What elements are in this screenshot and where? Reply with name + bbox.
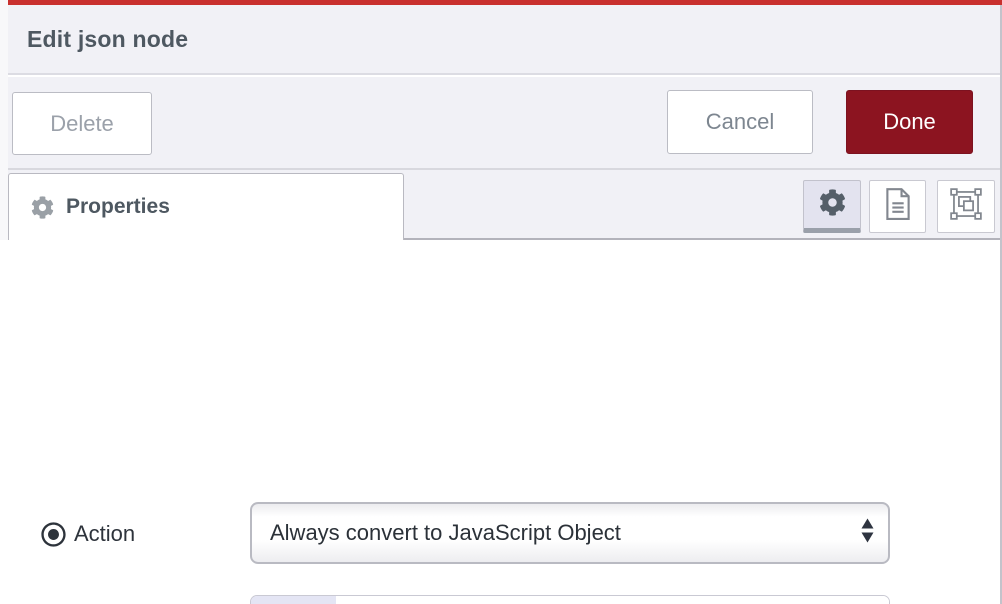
properties-tab-button[interactable] <box>803 180 861 233</box>
delete-button[interactable]: Delete <box>12 92 152 155</box>
property-typed-input: msg. <box>250 595 890 604</box>
gear-icon <box>31 196 54 219</box>
property-field-label: Property <box>40 596 157 604</box>
gear-icon <box>819 189 846 221</box>
appearance-icon <box>949 187 983 226</box>
msg-prefix-button[interactable]: msg. <box>251 596 336 604</box>
tab-properties[interactable]: Properties <box>8 173 404 240</box>
property-input[interactable] <box>336 596 889 604</box>
action-select-value: Always convert to JavaScript Object <box>270 520 621 546</box>
properties-panel: Action Always convert to JavaScript Obje… <box>0 240 1000 604</box>
tab-properties-label: Properties <box>66 195 170 219</box>
dialog-header: Edit json node <box>8 5 1002 75</box>
action-select[interactable]: Always convert to JavaScript Object <box>250 502 890 564</box>
tab-bar: Properties <box>8 170 1002 240</box>
appearance-tab-button[interactable] <box>937 180 995 233</box>
dialog-title: Edit json node <box>27 26 188 53</box>
dot-circle-icon <box>40 521 67 548</box>
action-field-label: Action <box>40 504 135 564</box>
select-arrows-icon <box>861 518 874 549</box>
edit-node-dialog: Edit json node Delete Cancel Done Proper… <box>0 0 1002 604</box>
dialog-toolbar: Delete Cancel Done <box>8 77 1002 170</box>
description-tab-button[interactable] <box>869 180 926 233</box>
cancel-button[interactable]: Cancel <box>667 90 813 154</box>
document-icon <box>883 187 913 226</box>
done-button[interactable]: Done <box>846 90 973 154</box>
action-label: Action <box>74 521 135 547</box>
